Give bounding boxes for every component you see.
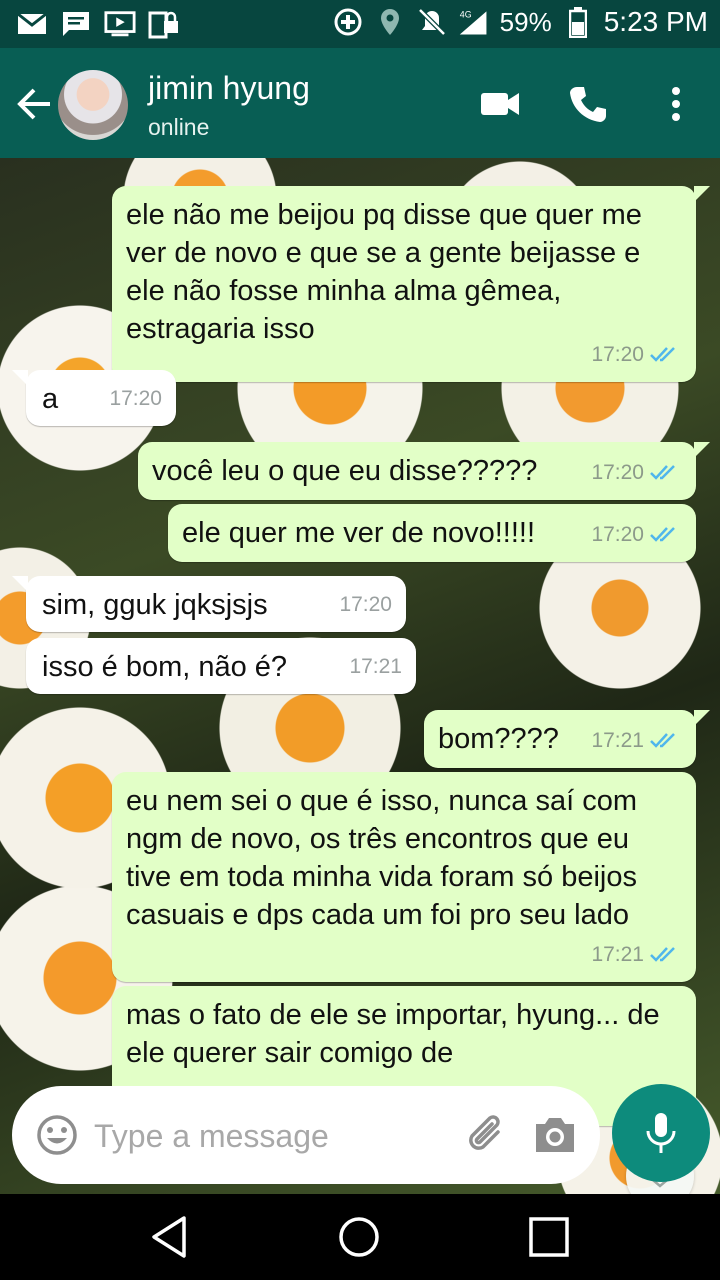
emoji-icon[interactable]	[36, 1114, 78, 1156]
read-receipt-icon	[650, 733, 675, 748]
message-time: 17:20	[591, 523, 644, 546]
message-time: 17:21	[591, 729, 644, 752]
message-bubble-incoming[interactable]: isso é bom, não é? 17:21	[26, 638, 416, 694]
message-bubble-incoming[interactable]: sim, gguk jqksjsjs 17:20	[12, 576, 406, 632]
message-time: 17:20	[109, 387, 162, 410]
message-text: isso é bom, não é?	[42, 651, 288, 683]
microphone-icon	[646, 1113, 676, 1153]
battery-icon	[562, 6, 594, 38]
chat-area[interactable]: ele não me beijou pq disse que quer me v…	[0, 158, 720, 1194]
message-input[interactable]	[92, 1110, 456, 1162]
message-bubble-outgoing[interactable]: ele não me beijou pq disse que quer me v…	[112, 186, 710, 382]
video-call-icon[interactable]	[478, 82, 522, 126]
message-text: ele quer me ver de novo!!!!!	[182, 517, 536, 549]
message-text: mas o fato de ele se importar, hyung... …	[126, 999, 660, 1069]
read-receipt-icon	[650, 947, 675, 962]
battery-percentage: 59%	[499, 6, 552, 37]
message-icon	[60, 8, 92, 40]
back-arrow-icon[interactable]	[14, 84, 54, 124]
data-saver-icon	[332, 6, 364, 38]
message-text: ele não me beijou pq disse que quer me v…	[126, 199, 642, 345]
contact-name[interactable]: jimin hyung	[148, 70, 310, 107]
message-text: sim, gguk jqksjsjs	[42, 589, 268, 621]
message-bubble-outgoing[interactable]: ele quer me ver de novo!!!!! 17:20	[168, 504, 696, 562]
message-bubble-outgoing[interactable]: você leu o que eu disse????? 17:20	[138, 442, 710, 500]
signal-icon: 4G	[458, 6, 490, 38]
contact-avatar[interactable]	[58, 70, 128, 140]
mail-icon	[16, 8, 48, 40]
location-icon	[374, 6, 406, 38]
system-navigation-bar	[0, 1194, 720, 1280]
message-text: bom????	[438, 723, 559, 755]
camera-icon[interactable]	[532, 1114, 578, 1156]
recents-nav-icon[interactable]	[526, 1214, 572, 1260]
read-receipt-icon	[650, 527, 675, 542]
clock: 5:23 PM	[603, 6, 708, 37]
contact-status: online	[148, 114, 210, 140]
message-time: 17:20	[591, 461, 644, 484]
voice-message-button[interactable]	[612, 1084, 710, 1182]
more-options-icon[interactable]	[654, 82, 698, 126]
media-icon	[104, 8, 136, 40]
message-text: eu nem sei o que é isso, nunca saí com n…	[126, 785, 638, 931]
message-text: a	[42, 383, 59, 415]
read-receipt-icon	[650, 347, 675, 362]
message-time: 17:20	[339, 593, 392, 616]
message-composer	[12, 1086, 600, 1184]
attachment-icon[interactable]	[464, 1112, 510, 1158]
message-text: você leu o que eu disse?????	[152, 455, 538, 487]
read-receipt-icon	[650, 465, 675, 480]
back-nav-icon[interactable]	[146, 1214, 192, 1260]
message-time: 17:21	[591, 943, 644, 966]
chat-header: jimin hyung online	[0, 48, 720, 158]
message-time: 17:20	[591, 343, 644, 366]
status-bar: 4G 59% 5:23 PM	[0, 0, 720, 48]
message-bubble-incoming[interactable]: a 17:20	[12, 370, 176, 426]
phone-call-icon[interactable]	[566, 82, 610, 126]
home-nav-icon[interactable]	[336, 1214, 382, 1260]
sim-lock-icon	[148, 8, 180, 40]
message-time: 17:21	[349, 655, 402, 678]
message-bubble-outgoing[interactable]: bom???? 17:21	[424, 710, 710, 768]
mute-icon	[416, 6, 448, 38]
message-bubble-outgoing[interactable]: eu nem sei o que é isso, nunca saí com n…	[112, 772, 696, 982]
svg-text:4G: 4G	[459, 10, 471, 20]
